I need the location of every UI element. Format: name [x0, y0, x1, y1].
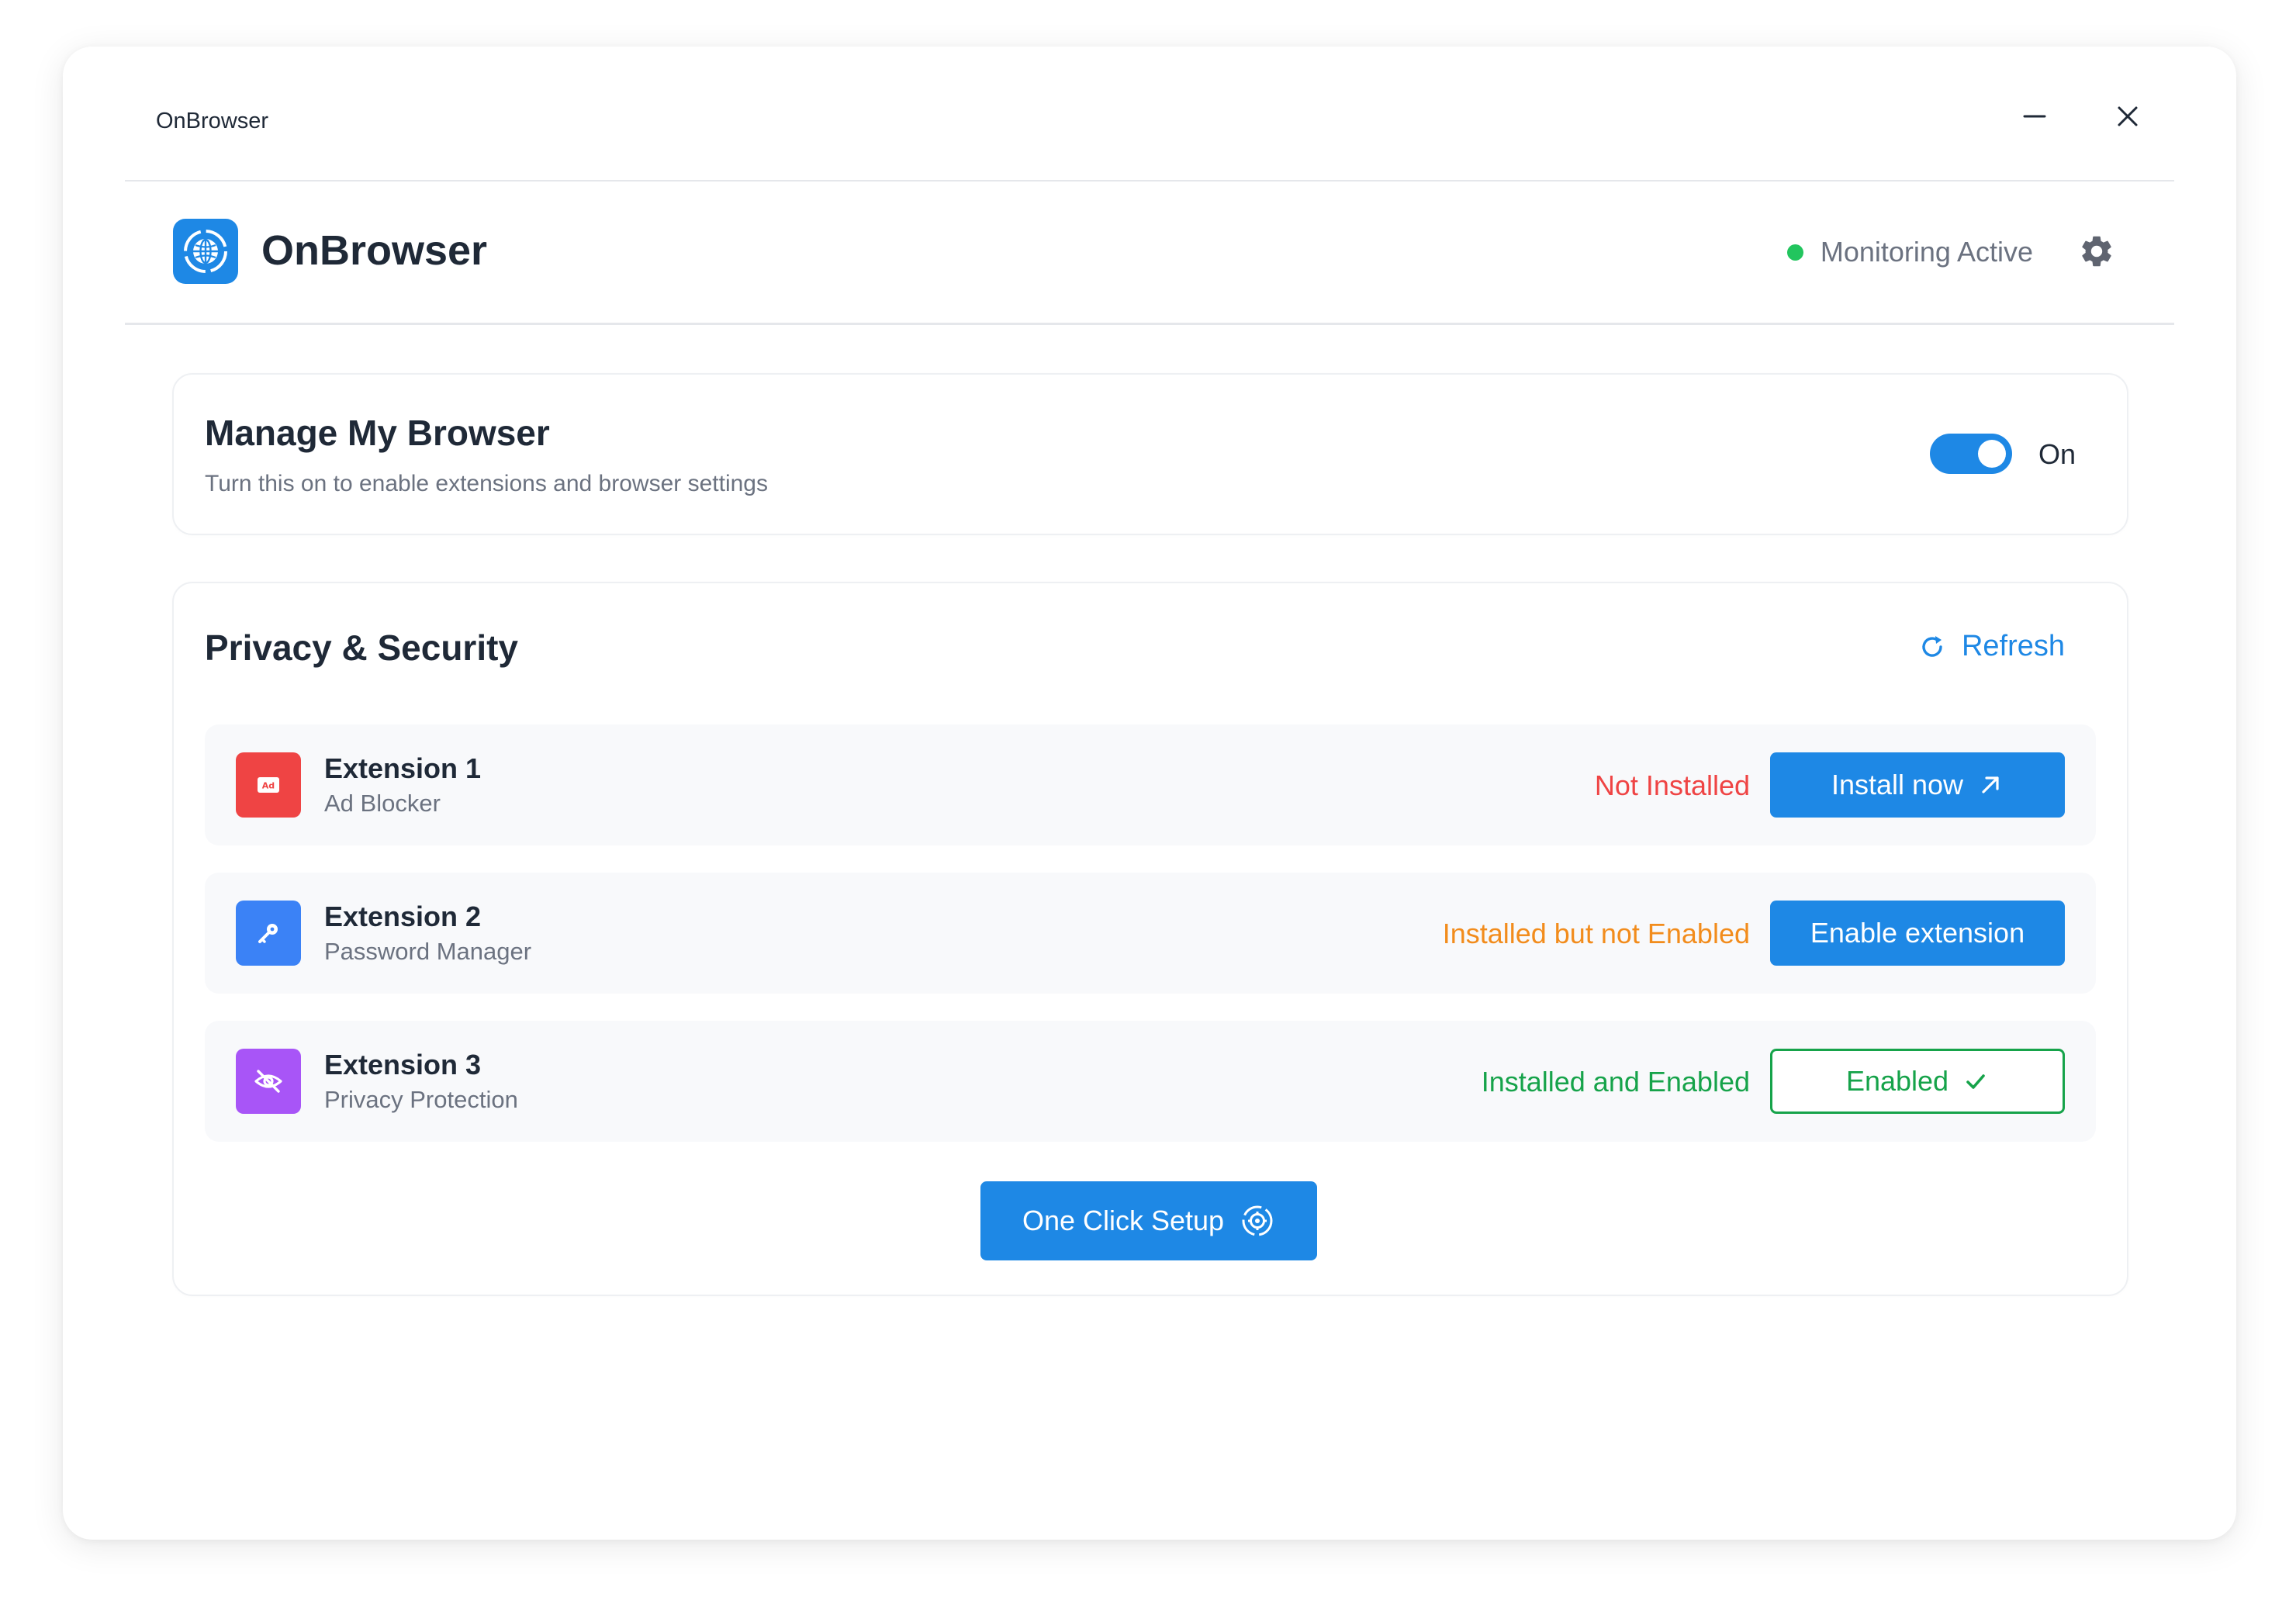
extension-row: Extension 2 Password Manager Installed b…	[205, 873, 2096, 994]
refresh-label: Refresh	[1961, 630, 2065, 662]
enable-extension-button[interactable]: Enable extension	[1770, 901, 2065, 966]
app-logo	[173, 219, 238, 284]
close-icon	[2118, 106, 2138, 126]
manage-title: Manage My Browser	[205, 413, 550, 453]
extension-name: Extension 3	[324, 1049, 482, 1080]
key-icon	[258, 924, 278, 943]
extension-status: Not Installed	[1594, 769, 1750, 801]
toggle-knob	[1978, 440, 2006, 468]
extension-row: Ad Extension 1 Ad Blocker Not Installed …	[205, 724, 2096, 845]
setup-gear-icon	[1242, 1205, 1273, 1236]
button-label: Install now	[1831, 769, 1964, 800]
extension-status: Installed and Enabled	[1481, 1066, 1750, 1098]
minimize-icon	[2023, 115, 2046, 118]
ad-icon: Ad	[258, 777, 279, 793]
extension-name: Extension 2	[324, 901, 482, 932]
manage-toggle[interactable]	[1930, 434, 2012, 474]
refresh-button[interactable]: Refresh	[1917, 630, 2065, 663]
status-dot	[1786, 244, 1803, 261]
monitoring-status: Monitoring Active	[1786, 236, 2033, 268]
manage-browser-card: Manage My Browser Turn this on to enable…	[172, 373, 2128, 535]
app-header: OnBrowser Monitoring Active	[125, 180, 2174, 325]
extension-icon	[236, 901, 301, 966]
gear-icon	[2082, 236, 2111, 267]
svg-text:Ad: Ad	[262, 781, 275, 791]
extension-type: Password Manager	[324, 938, 532, 965]
app-name: OnBrowser	[261, 227, 488, 274]
install-now-button[interactable]: Install now	[1770, 752, 2065, 818]
extension-status: Installed but not Enabled	[1442, 918, 1750, 949]
setup-label: One Click Setup	[1022, 1205, 1225, 1236]
button-label: Enabled	[1845, 1065, 1949, 1097]
globe-icon	[184, 230, 227, 273]
enabled-button[interactable]: Enabled	[1770, 1049, 2065, 1114]
arrow-up-right-icon	[1982, 776, 1999, 793]
extension-icon	[236, 1049, 301, 1114]
minimize-button[interactable]	[2011, 93, 2058, 140]
settings-button[interactable]	[2078, 233, 2115, 270]
extension-name: Extension 1	[324, 752, 482, 784]
one-click-setup-button[interactable]: One Click Setup	[980, 1181, 1317, 1260]
toggle-label: On	[2038, 438, 2076, 470]
check-icon	[1966, 1074, 1985, 1089]
refresh-icon	[1922, 635, 1942, 657]
button-label: Enable extension	[1810, 917, 2025, 949]
privacy-security-card: Privacy & Security Refresh Ad Extension …	[172, 582, 2128, 1296]
privacy-title: Privacy & Security	[205, 627, 519, 668]
extension-type: Ad Blocker	[324, 790, 441, 817]
window-title: OnBrowser	[156, 109, 269, 133]
manage-subtitle: Turn this on to enable extensions and br…	[205, 471, 768, 496]
title-bar: OnBrowser	[125, 87, 2174, 182]
extension-type: Privacy Protection	[324, 1086, 518, 1113]
eye-off-icon	[254, 1070, 282, 1093]
extension-row: Extension 3 Privacy Protection Installed…	[205, 1021, 2096, 1142]
status-text: Monitoring Active	[1820, 236, 2033, 268]
app-window: OnBrowser OnBrowser Monitoring Active Ma…	[63, 47, 2236, 1540]
close-button[interactable]	[2104, 93, 2151, 140]
extension-icon: Ad	[236, 752, 301, 818]
